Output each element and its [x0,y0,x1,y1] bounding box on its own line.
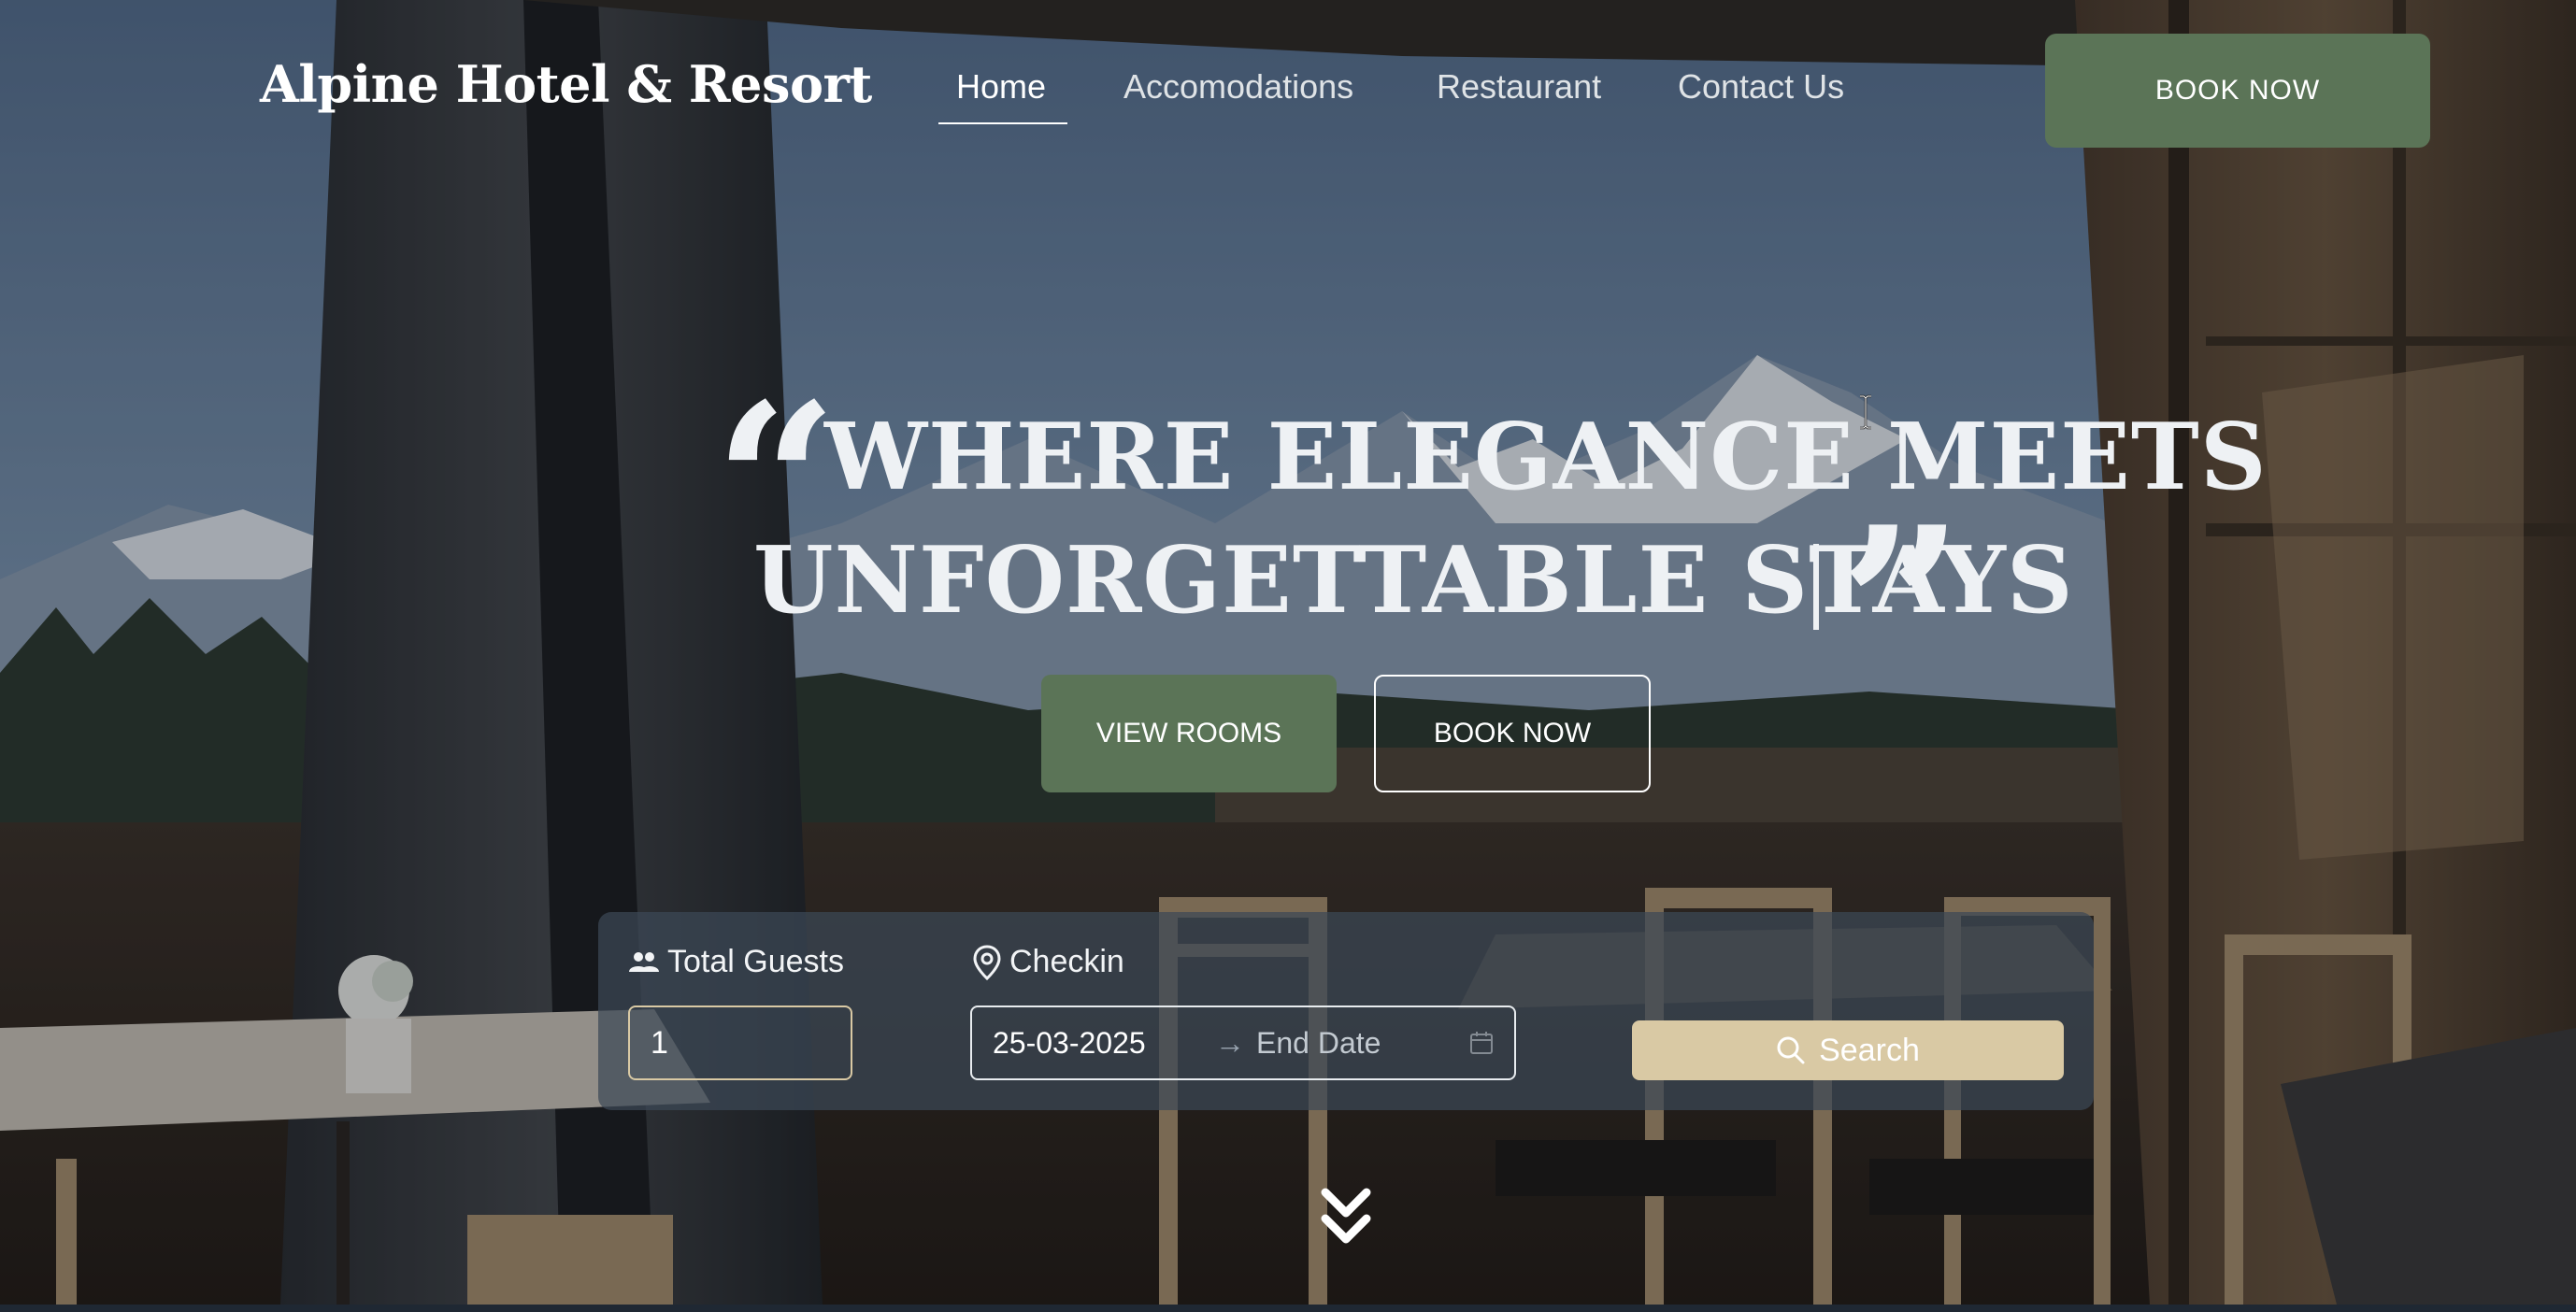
nav-active-underline [938,122,1067,124]
quote-close-icon: ” [1839,480,1964,733]
typewriter-caret [1813,544,1819,630]
nav-item-home[interactable]: Home [956,67,1046,107]
nav-item-accomodations[interactable]: Accomodations [1123,67,1353,107]
mouse-text-cursor [1860,394,1871,430]
chevron-double-down-icon[interactable] [1320,1185,1372,1250]
search-button[interactable]: Search [1632,1020,2064,1080]
nav-item-restaurant[interactable]: Restaurant [1437,67,1601,107]
total-guests-label: Total Guests [628,944,844,980]
hero-headline-line1: WHERE ELEGANCE MEETS [824,404,2268,511]
total-guests-input[interactable] [628,1005,852,1080]
checkin-start-date[interactable]: 25-03-2025 [993,1026,1204,1061]
hero-page: Alpine Hotel & Resort Home Accomodations… [0,0,2576,1305]
date-range-arrow-icon: → [1215,1025,1245,1060]
hero-book-now-button[interactable]: BOOK NOW [1374,675,1651,792]
users-icon [629,951,659,972]
checkin-label: Checkin [972,944,1124,980]
calendar-icon[interactable] [1469,1031,1494,1055]
date-range-picker[interactable]: 25-03-2025 → End Date [970,1005,1516,1080]
total-guests-label-text: Total Guests [667,944,844,979]
view-rooms-button[interactable]: VIEW ROOMS [1041,675,1337,792]
search-button-label: Search [1819,1032,1920,1068]
brand-logo[interactable]: Alpine Hotel & Resort [260,54,872,114]
header-book-now-button[interactable]: BOOK NOW [2045,34,2430,148]
checkin-label-text: Checkin [1009,944,1124,979]
search-icon [1777,1036,1805,1064]
location-pin-icon [973,944,1001,980]
nav-item-contact-us[interactable]: Contact Us [1678,67,1844,107]
bottom-edge [0,1305,2576,1312]
checkout-end-date[interactable]: End Date [1256,1026,1469,1061]
